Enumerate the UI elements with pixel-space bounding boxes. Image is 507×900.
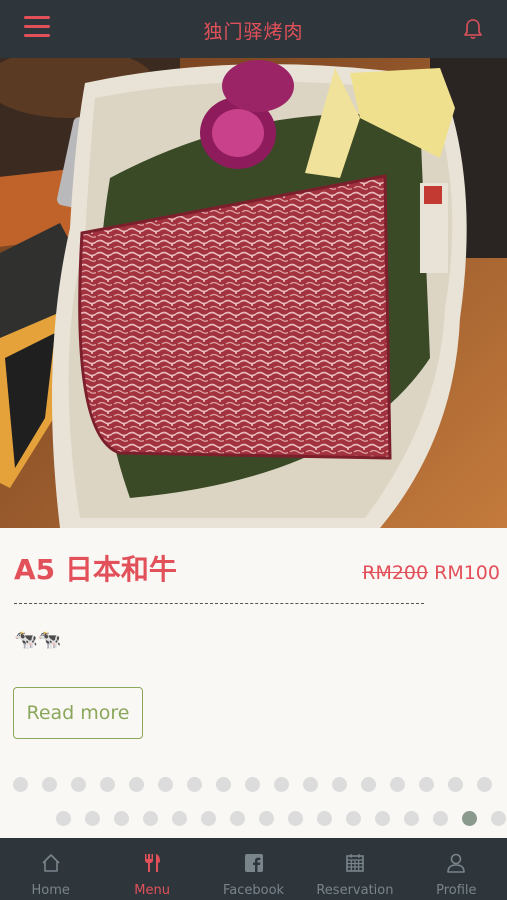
sale-price: RM100 [434,562,500,584]
bell-icon[interactable] [463,18,483,40]
calendar-icon [346,854,364,872]
pagination-dot[interactable] [390,777,405,792]
dish-title: A5 日本和牛 [14,553,177,586]
pagination-dots [13,777,492,792]
pagination-dot[interactable] [477,777,492,792]
pagination-dot[interactable] [259,811,274,826]
dish-description: 🐄🐄 [14,629,62,651]
tab-label: Reservation [316,883,394,898]
pagination-dot[interactable] [42,777,57,792]
pagination-dot[interactable] [187,777,202,792]
pagination-dot[interactable] [71,777,86,792]
pagination-dot[interactable] [346,811,361,826]
pagination-dot[interactable] [419,777,434,792]
pagination-dot[interactable] [13,777,28,792]
divider [14,603,424,604]
read-more-button[interactable]: Read more [13,687,143,739]
pagination-dot[interactable] [491,811,506,826]
facebook-icon [244,854,263,872]
pagination-dot[interactable] [172,811,187,826]
pagination-dot[interactable] [85,811,100,826]
pagination-dot[interactable] [216,777,231,792]
pagination-dot[interactable] [158,777,173,792]
tab-label: Home [31,883,70,898]
pagination-dot[interactable] [56,811,71,826]
dish-photo [0,58,507,528]
pagination-dot[interactable] [288,811,303,826]
pagination-dot[interactable] [129,777,144,792]
pagination-dot[interactable] [404,811,419,826]
bottom-tab-bar: Home Menu Facebook Reservation Profile [0,838,507,900]
tab-profile[interactable]: Profile [406,838,507,900]
original-price: RM200 [362,562,429,584]
pagination-dot[interactable] [332,777,347,792]
tab-label: Facebook [222,883,285,898]
page-title: 独门驿烤肉 [203,21,304,43]
pagination-dot-active[interactable] [462,811,477,826]
profile-icon [447,853,466,873]
tab-label: Profile [436,883,477,898]
tab-menu[interactable]: Menu [101,838,202,900]
pagination-dot[interactable] [143,811,158,826]
pagination-dot[interactable] [361,777,376,792]
pagination-dot[interactable] [433,811,448,826]
pagination-dot[interactable] [274,777,289,792]
menu-utensils-icon [145,854,161,872]
pagination-dot[interactable] [201,811,216,826]
tab-reservation[interactable]: Reservation [304,838,405,900]
price-block: RM200 RM100 [362,562,500,584]
pagination-dot[interactable] [303,777,318,792]
pagination-dot[interactable] [230,811,245,826]
top-bar: 独门驿烤肉 [0,0,507,58]
pagination-dot[interactable] [100,777,115,792]
pagination-dot[interactable] [245,777,260,792]
pagination-dots [56,811,506,826]
pagination-dot[interactable] [448,777,463,792]
home-icon [42,854,60,872]
pagination-dot[interactable] [375,811,390,826]
pagination-dot[interactable] [317,811,332,826]
tab-home[interactable]: Home [0,838,101,900]
pagination-dot[interactable] [114,811,129,826]
tab-label: Menu [134,883,170,898]
tab-facebook[interactable]: Facebook [203,838,304,900]
